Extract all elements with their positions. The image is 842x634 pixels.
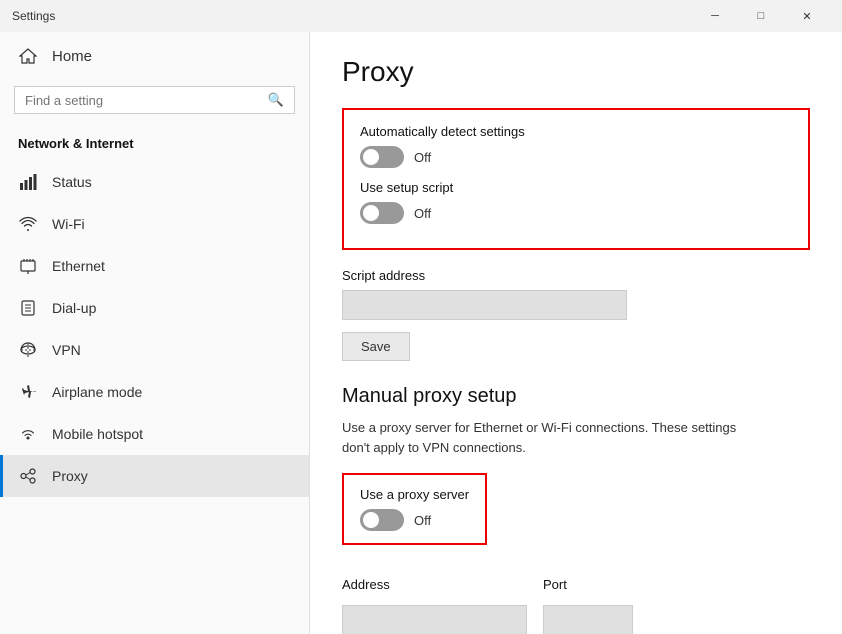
vpn-label: VPN xyxy=(52,342,81,358)
auto-detect-knob xyxy=(363,149,379,165)
auto-detect-toggle-row: Off xyxy=(360,146,792,168)
sidebar-item-proxy[interactable]: Proxy xyxy=(0,455,309,497)
sidebar-item-home[interactable]: Home xyxy=(0,32,309,80)
hotspot-label: Mobile hotspot xyxy=(52,426,143,442)
setup-script-knob xyxy=(363,205,379,221)
use-proxy-knob xyxy=(363,512,379,528)
minimize-button[interactable]: ─ xyxy=(692,0,738,32)
app-title: Settings xyxy=(12,9,55,23)
wifi-icon xyxy=(18,214,38,234)
setup-script-toggle-row: Off xyxy=(360,202,792,224)
dialup-label: Dial-up xyxy=(52,300,96,316)
content-area: Proxy Automatically detect settings Off … xyxy=(310,32,842,634)
manual-section-title: Manual proxy setup xyxy=(342,385,810,408)
setup-script-state: Off xyxy=(414,206,431,221)
wifi-label: Wi-Fi xyxy=(52,216,85,232)
save-button[interactable]: Save xyxy=(342,332,410,361)
close-button[interactable]: ✕ xyxy=(784,0,830,32)
auto-detect-row: Automatically detect settings Off xyxy=(360,124,792,168)
home-label: Home xyxy=(52,48,92,65)
search-box[interactable]: 🔍 xyxy=(14,86,295,114)
hotspot-icon xyxy=(18,424,38,444)
script-address-input[interactable] xyxy=(342,290,627,320)
setup-script-toggle[interactable] xyxy=(360,202,404,224)
app-body: Home 🔍 Network & Internet Status xyxy=(0,32,842,634)
vpn-icon xyxy=(18,340,38,360)
auto-proxy-box: Automatically detect settings Off Use se… xyxy=(342,108,810,250)
address-input[interactable] xyxy=(342,605,527,634)
sidebar-item-status[interactable]: Status xyxy=(0,161,309,203)
use-proxy-toggle-row: Off xyxy=(360,509,469,531)
sidebar-item-wifi[interactable]: Wi-Fi xyxy=(0,203,309,245)
use-proxy-box: Use a proxy server Off xyxy=(342,473,487,545)
titlebar: Settings ─ □ ✕ xyxy=(0,0,842,32)
ethernet-label: Ethernet xyxy=(52,258,105,274)
use-proxy-label: Use a proxy server xyxy=(360,487,469,502)
sidebar-item-hotspot[interactable]: Mobile hotspot xyxy=(0,413,309,455)
address-port-row: Address Port xyxy=(342,577,810,634)
auto-detect-state: Off xyxy=(414,150,431,165)
dialup-icon xyxy=(18,298,38,318)
sidebar: Home 🔍 Network & Internet Status xyxy=(0,32,310,634)
sidebar-item-vpn[interactable]: VPN xyxy=(0,329,309,371)
home-icon xyxy=(18,46,38,66)
sidebar-item-ethernet[interactable]: Ethernet xyxy=(0,245,309,287)
setup-script-label: Use setup script xyxy=(360,180,792,195)
ethernet-icon xyxy=(18,256,38,276)
status-label: Status xyxy=(52,174,92,190)
address-field: Address xyxy=(342,577,527,634)
address-label: Address xyxy=(342,577,527,592)
auto-detect-toggle[interactable] xyxy=(360,146,404,168)
airplane-label: Airplane mode xyxy=(52,384,142,400)
sidebar-item-dialup[interactable]: Dial-up xyxy=(0,287,309,329)
airplane-icon xyxy=(18,382,38,402)
proxy-icon xyxy=(18,466,38,486)
auto-detect-label: Automatically detect settings xyxy=(360,124,792,139)
proxy-label: Proxy xyxy=(52,468,88,484)
port-input[interactable] xyxy=(543,605,633,634)
script-address-label: Script address xyxy=(342,268,810,283)
maximize-button[interactable]: □ xyxy=(738,0,784,32)
use-proxy-toggle[interactable] xyxy=(360,509,404,531)
port-label: Port xyxy=(543,577,633,592)
manual-desc: Use a proxy server for Ethernet or Wi-Fi… xyxy=(342,418,762,457)
status-icon xyxy=(18,172,38,192)
port-field: Port xyxy=(543,577,633,634)
window-controls: ─ □ ✕ xyxy=(692,0,830,32)
sidebar-item-airplane[interactable]: Airplane mode xyxy=(0,371,309,413)
sidebar-section-title: Network & Internet xyxy=(0,128,309,161)
setup-script-row: Use setup script Off xyxy=(360,180,792,224)
page-title: Proxy xyxy=(342,56,810,88)
search-icon: 🔍 xyxy=(268,92,284,108)
use-proxy-state: Off xyxy=(414,513,431,528)
search-input[interactable] xyxy=(25,93,260,108)
